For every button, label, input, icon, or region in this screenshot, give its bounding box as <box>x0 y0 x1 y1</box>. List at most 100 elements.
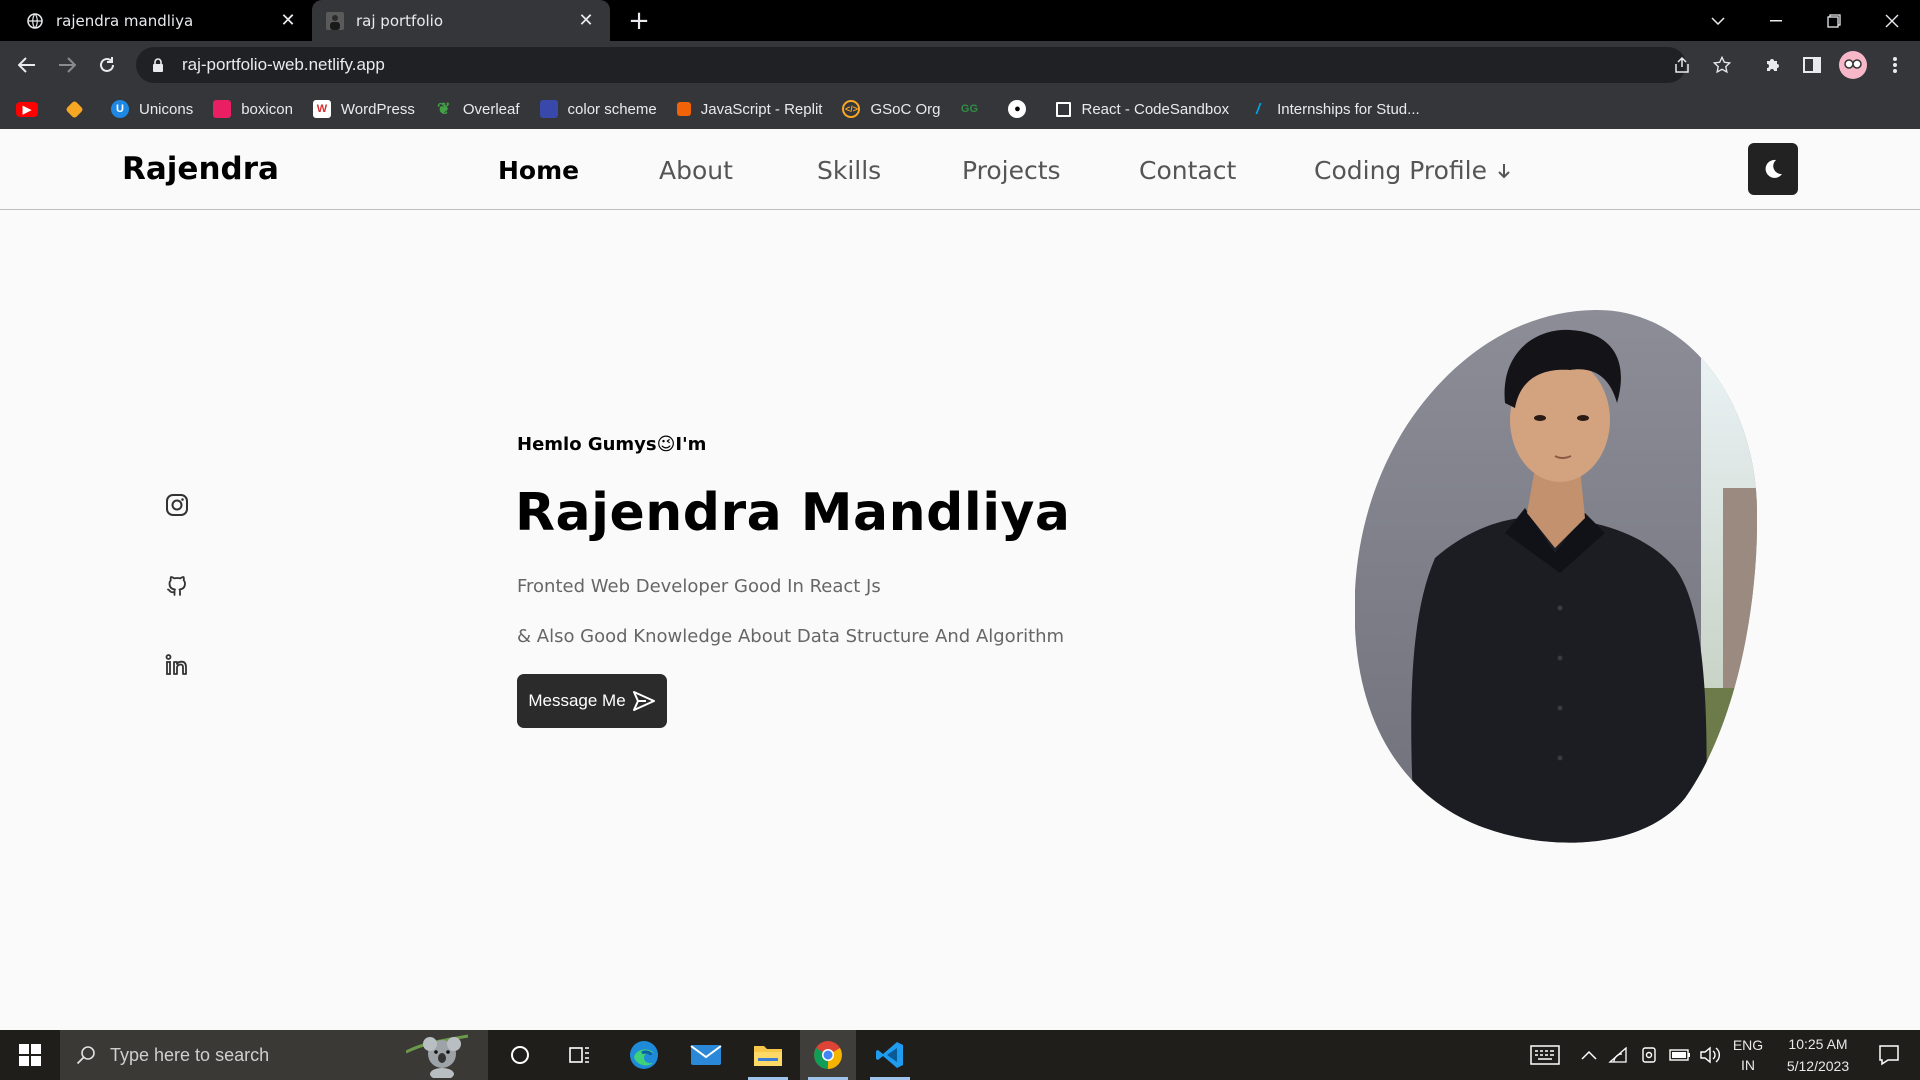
meet-now-icon[interactable] <box>1638 1030 1660 1080</box>
edge-icon[interactable] <box>616 1030 672 1080</box>
instagram-icon[interactable] <box>162 490 192 520</box>
battery-icon[interactable] <box>1668 1030 1692 1080</box>
chrome-icon[interactable] <box>800 1030 856 1080</box>
hero-description: & Also Good Knowledge About Data Structu… <box>517 626 1065 647</box>
close-tab-icon[interactable]: ✕ <box>278 10 298 31</box>
bookmark-layers[interactable] <box>65 99 91 119</box>
chevron-up-icon[interactable] <box>1578 1030 1600 1080</box>
bookmark-star-icon[interactable] <box>1706 49 1738 81</box>
region-code: IN <box>1741 1057 1755 1073</box>
clock[interactable]: 10:25 AM 5/12/2023 <box>1772 1030 1864 1080</box>
github-icon[interactable] <box>162 570 192 600</box>
more-menu-icon[interactable] <box>1880 50 1910 80</box>
url-text: raj-portfolio-web.netlify.app <box>182 55 385 74</box>
bookmark-overleaf[interactable]: ❦ Overleaf <box>435 100 520 119</box>
bookmark-label: JavaScript - Replit <box>700 100 823 118</box>
bookmark-codesandbox[interactable]: React - CodeSandbox <box>1056 101 1229 118</box>
clock-date: 5/12/2023 <box>1786 1058 1850 1074</box>
profile-avatar[interactable] <box>1838 50 1868 80</box>
minimize-window-button[interactable] <box>1748 0 1804 41</box>
message-me-button[interactable]: Message Me <box>517 674 667 728</box>
address-bar[interactable]: raj-portfolio-web.netlify.app <box>136 47 1686 83</box>
portfolio-favicon-icon <box>326 11 344 30</box>
bookmark-label: Internships for Stud... <box>1277 100 1420 118</box>
bookmark-label: Unicons <box>139 100 194 118</box>
arrow-down-icon <box>1497 163 1511 179</box>
wordpress-icon: W <box>312 100 331 118</box>
vscode-icon[interactable] <box>862 1030 918 1080</box>
linkedin-icon[interactable] <box>162 650 192 680</box>
theme-toggle-button[interactable] <box>1748 143 1798 195</box>
nav-about[interactable]: About <box>659 156 733 185</box>
input-language-indicator[interactable]: ENG IN <box>1728 1030 1768 1080</box>
gsoc-icon: </> <box>842 100 861 118</box>
tab-title: rajendra mandliya <box>56 11 194 30</box>
notifications-icon[interactable] <box>1866 1030 1912 1080</box>
forward-arrow-icon[interactable] <box>52 50 82 80</box>
windows-taskbar: Type here to search ENG IN 10:25 AM 5/12… <box>0 1030 1920 1080</box>
bookmark-github[interactable]: ● <box>1008 100 1036 118</box>
profile-photo <box>1355 308 1758 850</box>
tab-title: raj portfolio <box>356 11 444 30</box>
globe-icon <box>26 12 44 30</box>
taskbar-search-box[interactable]: Type here to search <box>60 1030 488 1080</box>
file-explorer-icon[interactable] <box>740 1030 796 1080</box>
tab-search-chevron-icon[interactable] <box>1690 0 1746 41</box>
bookmark-unicons[interactable]: U Unicons <box>111 100 193 118</box>
mail-icon[interactable] <box>678 1030 734 1080</box>
bookmark-internshala[interactable]: / Internships for Stud... <box>1249 100 1420 118</box>
close-tab-icon[interactable]: ✕ <box>576 10 596 31</box>
side-panel-icon[interactable] <box>1797 50 1827 80</box>
lock-icon[interactable] <box>150 57 166 73</box>
bookmark-boxicon[interactable]: boxicon <box>213 100 293 118</box>
cortana-icon[interactable] <box>492 1030 548 1080</box>
nav-coding-profile[interactable]: Coding Profile <box>1314 156 1511 185</box>
bookmark-label: Overleaf <box>462 100 520 118</box>
bookmark-gsoc[interactable]: </> GSoC Org <box>842 100 940 118</box>
bookmark-replit[interactable]: JavaScript - Replit <box>676 100 823 118</box>
windows-start-icon[interactable] <box>0 1030 60 1080</box>
bookmark-geeksforgeeks[interactable]: GG <box>960 100 988 118</box>
tab-raj-portfolio[interactable]: raj portfolio ✕ <box>312 0 610 41</box>
geeksforgeeks-icon: GG <box>960 103 979 115</box>
codesandbox-icon <box>1056 101 1072 117</box>
task-view-icon[interactable] <box>552 1030 608 1080</box>
nav-coding-profile-label: Coding Profile <box>1314 156 1487 185</box>
nav-projects[interactable]: Projects <box>962 156 1061 185</box>
bookmark-label: boxicon <box>241 100 293 118</box>
site-header: Rajendra Home About Skills Projects Cont… <box>0 129 1920 210</box>
bookmark-color-scheme[interactable]: color scheme <box>539 100 657 118</box>
replit-icon <box>676 102 691 116</box>
back-arrow-icon[interactable] <box>12 50 42 80</box>
brand-logo[interactable]: Rajendra <box>122 151 279 187</box>
reload-icon[interactable] <box>92 50 122 80</box>
volume-icon[interactable] <box>1698 1030 1722 1080</box>
github-icon: ● <box>1008 100 1027 118</box>
wifi-icon[interactable] <box>1607 1030 1629 1080</box>
bookmark-wordpress[interactable]: W WordPress <box>312 100 415 118</box>
clock-time: 10:25 AM <box>1788 1036 1848 1052</box>
internshala-icon: / <box>1255 100 1261 118</box>
unicons-icon: U <box>111 100 129 118</box>
nav-contact[interactable]: Contact <box>1139 156 1236 185</box>
bookmarks-bar: ▶ U Unicons boxicon W WordPress ❦ Overle… <box>0 89 1920 129</box>
bookmark-youtube[interactable]: ▶ <box>16 101 48 117</box>
browser-tab-strip: rajendra mandliya ✕ raj portfolio ✕ + <box>0 0 1920 41</box>
bookmark-label: color scheme <box>567 100 657 118</box>
new-tab-button[interactable]: + <box>624 6 654 36</box>
search-placeholder: Type here to search <box>110 1044 270 1065</box>
moon-icon <box>1761 157 1785 181</box>
extensions-puzzle-icon[interactable] <box>1758 50 1788 80</box>
language-code: ENG <box>1732 1037 1764 1053</box>
share-icon[interactable] <box>1666 49 1698 81</box>
keyboard-icon[interactable] <box>1528 1030 1562 1080</box>
restore-window-button[interactable] <box>1806 0 1862 41</box>
hero-name: Rajendra Mandliya <box>515 483 1071 543</box>
close-window-button[interactable] <box>1864 0 1920 41</box>
tab-rajendra-mandliya[interactable]: rajendra mandliya ✕ <box>12 0 312 41</box>
send-icon <box>626 690 656 712</box>
nav-home[interactable]: Home <box>498 156 579 185</box>
overleaf-icon: ❦ <box>437 101 451 118</box>
youtube-icon: ▶ <box>16 101 38 117</box>
nav-skills[interactable]: Skills <box>817 156 881 185</box>
